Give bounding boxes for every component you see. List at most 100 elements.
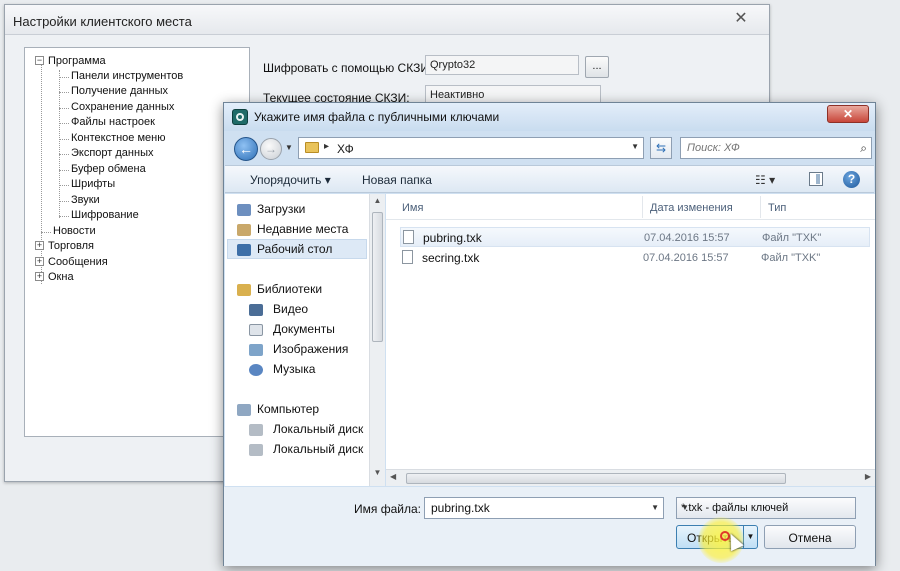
nav-item-video[interactable]: Видео <box>273 302 308 316</box>
column-type[interactable]: Тип <box>768 202 786 214</box>
forward-arrow-icon[interactable]: → <box>260 138 282 160</box>
folder-icon <box>305 142 319 153</box>
scroll-thumb[interactable] <box>406 473 786 484</box>
pictures-icon <box>249 344 263 356</box>
dialog-close-button[interactable]: ✕ <box>827 105 869 123</box>
new-folder-button[interactable]: Новая папка <box>362 173 432 187</box>
downloads-icon <box>237 204 251 216</box>
column-divider[interactable] <box>642 196 643 218</box>
breadcrumb-path[interactable]: ХФ <box>337 142 354 156</box>
search-box[interactable]: ⌕ <box>680 137 872 159</box>
refresh-icon[interactable]: ⇆ <box>650 137 672 159</box>
address-dropdown-icon[interactable]: ▼ <box>631 142 639 151</box>
history-dropdown-icon[interactable]: ▼ <box>285 143 293 152</box>
search-icon[interactable]: ⌕ <box>860 141 867 156</box>
nav-item-drive-d[interactable]: Локальный диск <box>273 442 363 456</box>
tree-item-toolbars[interactable]: Панели инструментов <box>71 70 183 82</box>
nav-scrollbar[interactable]: ▲ ▼ <box>369 194 385 486</box>
scroll-thumb[interactable] <box>372 212 383 342</box>
scroll-down-icon[interactable]: ▼ <box>370 468 385 484</box>
file-type: Файл "TXK" <box>762 232 822 244</box>
nav-item-pictures[interactable]: Изображения <box>273 342 348 356</box>
dialog-footer: Имя файла: ▼ *.txk - файлы ключей ▼ Откр… <box>224 487 875 566</box>
filename-dropdown-icon[interactable]: ▼ <box>651 503 659 512</box>
encrypt-field[interactable]: Qrypto32 <box>425 55 579 75</box>
tree-line <box>59 139 69 140</box>
nav-item-libraries[interactable]: Библиотеки <box>257 282 322 296</box>
dialog-title: Укажите имя файла с публичными ключами <box>254 110 500 124</box>
filename-input[interactable] <box>429 500 629 516</box>
collapse-icon[interactable]: − <box>35 56 44 65</box>
nav-item-computer[interactable]: Компьютер <box>257 402 319 416</box>
tree-item-save[interactable]: Сохранение данных <box>71 101 174 113</box>
view-options-icon[interactable]: ☷ ▾ <box>755 173 775 187</box>
filename-combobox[interactable]: ▼ <box>424 497 664 519</box>
music-icon <box>249 364 263 376</box>
browse-button[interactable]: ... <box>585 56 609 78</box>
settings-tree: − Программа Панели инструментов Получение… <box>24 47 250 437</box>
help-icon[interactable]: ? <box>843 171 860 188</box>
nav-item-drive-c[interactable]: Локальный диск <box>273 422 363 436</box>
file-type-select[interactable]: *.txk - файлы ключей ▼ <box>676 497 856 519</box>
preview-pane-icon[interactable] <box>809 172 823 186</box>
nav-item-downloads[interactable]: Загрузки <box>257 202 305 216</box>
scroll-left-icon[interactable]: ◀ <box>390 472 396 481</box>
tree-line <box>59 92 69 93</box>
file-hscrollbar[interactable]: ◀ ▶ <box>386 469 875 486</box>
file-name: pubring.txk <box>423 231 482 245</box>
tree-item-context-menu[interactable]: Контекстное меню <box>71 132 165 144</box>
back-arrow-icon[interactable]: ← <box>234 137 258 161</box>
column-header: Имя Дата изменения Тип <box>386 194 875 220</box>
dialog-toolbar: Упорядочить ▾ Новая папка ☷ ▾ ? <box>225 165 874 193</box>
tree-item-sounds[interactable]: Звуки <box>71 194 100 206</box>
file-date: 07.04.2016 15:57 <box>644 232 730 244</box>
column-date[interactable]: Дата изменения <box>650 202 733 214</box>
settings-close-button[interactable]: ✕ <box>721 9 761 29</box>
cancel-button[interactable]: Отмена <box>764 525 856 549</box>
nav-item-recent[interactable]: Недавние места <box>257 222 348 236</box>
settings-titlebar: Настройки клиентского места ✕ <box>5 5 769 35</box>
file-row[interactable]: pubring.txk 07.04.2016 15:57 Файл "TXK" <box>400 227 870 247</box>
expand-icon[interactable]: + <box>35 257 44 266</box>
tree-item-windows[interactable]: + Окна <box>35 271 74 283</box>
tree-item-messages[interactable]: + Сообщения <box>35 256 108 268</box>
tree-item-export[interactable]: Экспорт данных <box>71 147 153 159</box>
file-date: 07.04.2016 15:57 <box>643 252 729 264</box>
file-icon <box>403 230 414 244</box>
column-name[interactable]: Имя <box>402 202 423 214</box>
expand-icon[interactable]: + <box>35 272 44 281</box>
column-divider[interactable] <box>760 196 761 218</box>
tree-item-clipboard[interactable]: Буфер обмена <box>71 163 146 175</box>
tree-item-settings-files[interactable]: Файлы настроек <box>71 116 155 128</box>
recent-places-icon <box>237 224 251 236</box>
expand-icon[interactable]: + <box>35 241 44 250</box>
tree-line <box>59 185 69 186</box>
tree-line <box>59 216 69 217</box>
tree-item-fonts[interactable]: Шрифты <box>71 178 115 190</box>
tree-line <box>41 232 51 233</box>
scroll-right-icon[interactable]: ▶ <box>865 472 871 481</box>
tree-item-receive[interactable]: Получение данных <box>71 85 168 97</box>
cancel-button-label: Отмена <box>788 531 832 545</box>
tree-item-program[interactable]: − Программа <box>35 55 106 67</box>
navigation-bar: ← → ▼ ▸ ХФ ▼ ⇆ ⌕ <box>232 135 872 161</box>
address-bar[interactable]: ▸ ХФ ▼ <box>298 137 644 159</box>
tree-item-trading[interactable]: + Торговля <box>35 240 94 252</box>
file-list: Имя Дата изменения Тип pubring.txk 07.04… <box>386 194 875 486</box>
file-dialog: Укажите имя файла с публичными ключами ✕… <box>223 102 876 566</box>
search-input[interactable] <box>685 140 845 156</box>
scroll-up-icon[interactable]: ▲ <box>370 196 385 212</box>
tree-line <box>59 108 69 109</box>
organize-button[interactable]: Упорядочить ▾ <box>250 173 331 187</box>
nav-item-documents[interactable]: Документы <box>273 322 335 336</box>
file-type-dropdown-icon[interactable]: ▼ <box>681 503 850 512</box>
open-split-dropdown-icon[interactable]: ▼ <box>743 526 757 548</box>
tree-item-news[interactable]: Новости <box>53 225 96 237</box>
tree-line <box>59 170 69 171</box>
nav-item-desktop[interactable]: Рабочий стол <box>257 242 332 256</box>
nav-item-music[interactable]: Музыка <box>273 362 315 376</box>
tree-item-encryption[interactable]: Шифрование <box>71 209 139 221</box>
breadcrumb-separator-icon[interactable]: ▸ <box>324 141 329 152</box>
tree-line <box>59 201 69 202</box>
file-row[interactable]: secring.txk 07.04.2016 15:57 Файл "TXK" <box>400 248 870 268</box>
